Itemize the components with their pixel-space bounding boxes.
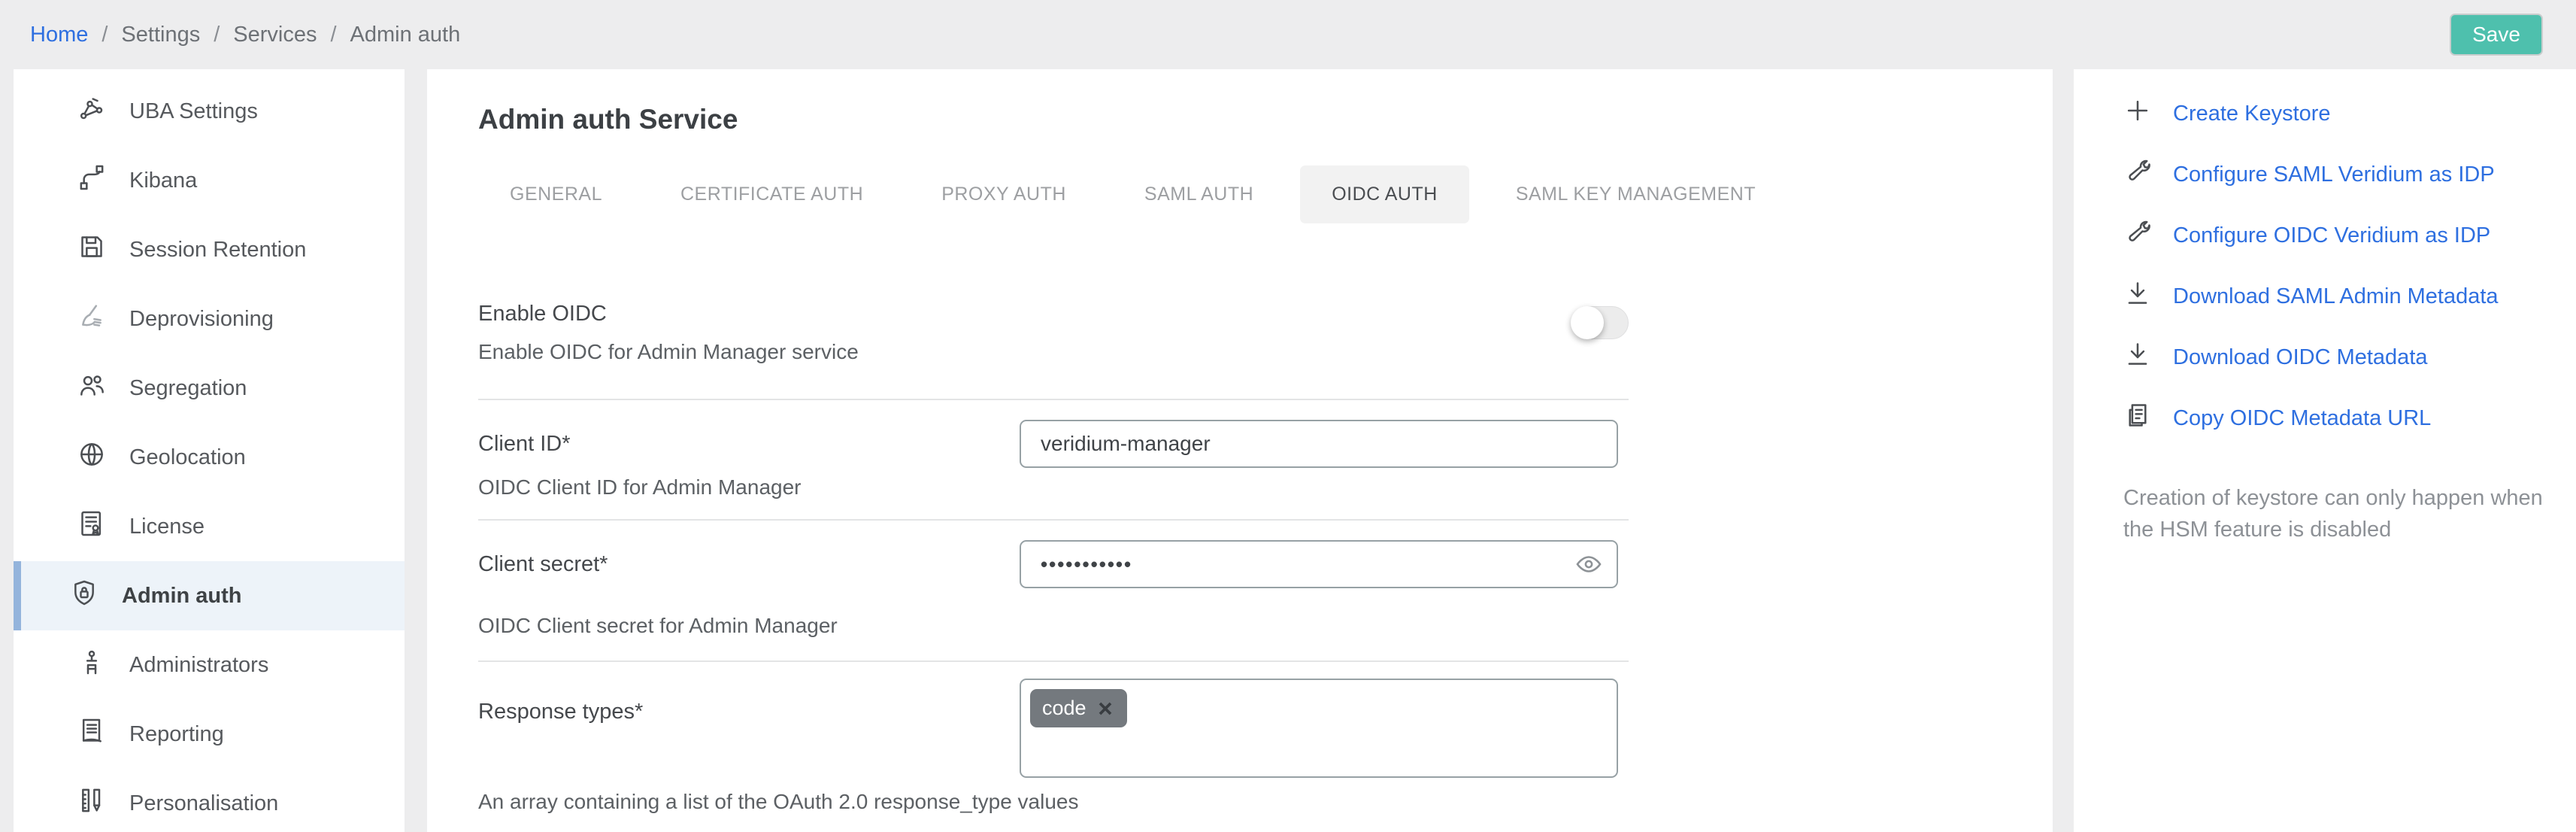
enable-oidc-toggle[interactable] [1573,306,1629,339]
sidebar-item-kibana[interactable]: Kibana [14,146,405,215]
route-icon [77,162,107,199]
enable-oidc-row: Enable OIDC Enable OIDC for Admin Manage… [478,223,1629,400]
client-secret-input[interactable] [1020,540,1618,588]
response-types-row: Response types* code An array containing… [478,662,1629,832]
sidebar-item-administrators[interactable]: Administrators [14,630,405,700]
sidebar-item-label: Admin auth [122,584,242,609]
breadcrumb-separator: / [330,23,336,47]
top-bar: Home / Settings / Services / Admin auth … [0,0,2576,69]
sidebar-item-label: Segregation [129,376,247,401]
enable-oidc-description: Enable OIDC for Admin Manager service [478,340,1573,364]
sidebar-item-label: Session Retention [129,238,306,263]
tab-certificate-auth[interactable]: CERTIFICATE AUTH [649,165,895,223]
sidebar-item-license[interactable]: License [14,492,405,561]
sidebar-item-label: Geolocation [129,445,246,470]
link-label: Configure OIDC Veridium as IDP [2173,223,2490,248]
sidebar-item-geolocation[interactable]: Geolocation [14,423,405,492]
network-nodes-icon [77,93,107,129]
copy-oidc-metadata-url-link[interactable]: Copy OIDC Metadata URL [2123,401,2546,436]
tab-saml-auth[interactable]: SAML AUTH [1113,165,1285,223]
page-title: Admin auth Service [478,104,2053,135]
shield-lock-icon [69,578,99,614]
response-type-chip: code [1030,689,1127,727]
client-secret-label: Client secret* [478,552,1020,577]
response-types-description: An array containing a list of the OAuth … [478,790,1629,814]
report-document-icon [77,716,107,752]
download-oidc-metadata-link[interactable]: Download OIDC Metadata [2123,340,2546,375]
client-secret-description: OIDC Client secret for Admin Manager [478,614,1629,638]
settings-sidebar: UBA Settings Kibana Session Retention De… [14,69,405,832]
sidebar-item-label: Personalisation [129,791,278,816]
response-types-label: Response types* [478,679,1020,724]
link-label: Download SAML Admin Metadata [2173,284,2499,309]
oidc-auth-form: Enable OIDC Enable OIDC for Admin Manage… [478,223,1629,832]
tab-proxy-auth[interactable]: PROXY AUTH [910,165,1098,223]
create-keystore-link[interactable]: Create Keystore [2123,96,2546,131]
chip-label: code [1042,697,1086,720]
users-icon [77,370,107,406]
breadcrumb: Home / Settings / Services / Admin auth [30,23,460,47]
save-button[interactable]: Save [2450,14,2543,56]
tab-general[interactable]: GENERAL [478,165,634,223]
link-label: Download OIDC Metadata [2173,345,2428,370]
actions-panel: Create Keystore Configure SAML Veridium … [2074,69,2576,832]
admin-auth-service-panel: Admin auth Service GENERAL CERTIFICATE A… [427,69,2053,832]
breadcrumb-separator: / [214,23,220,47]
tab-saml-key-management[interactable]: SAML KEY MANAGEMENT [1484,165,1787,223]
download-icon [2123,279,2152,314]
configure-oidc-idp-link[interactable]: Configure OIDC Veridium as IDP [2123,218,2546,253]
response-types-input[interactable]: code [1020,679,1618,778]
sidebar-item-label: Reporting [129,722,224,747]
breadcrumb-separator: / [102,23,108,47]
link-label: Configure SAML Veridium as IDP [2173,162,2495,187]
plus-icon [2123,96,2152,131]
sidebar-item-uba-settings[interactable]: UBA Settings [14,77,405,146]
configure-saml-idp-link[interactable]: Configure SAML Veridium as IDP [2123,157,2546,192]
link-label: Create Keystore [2173,102,2331,126]
broom-icon [77,301,107,337]
client-id-description: OIDC Client ID for Admin Manager [478,475,1629,500]
breadcrumb-home[interactable]: Home [30,23,88,47]
administrator-person-icon [77,647,107,683]
sidebar-item-reporting[interactable]: Reporting [14,700,405,769]
wrench-icon [2123,218,2152,253]
ruler-pencil-icon [77,785,107,821]
sidebar-item-admin-auth[interactable]: Admin auth [14,561,405,630]
sidebar-item-label: Deprovisioning [129,307,274,332]
copy-document-icon [2123,401,2152,436]
client-secret-row: Client secret* OIDC Client secret for Ad… [478,521,1629,662]
download-icon [2123,340,2152,375]
sidebar-item-label: Kibana [129,169,197,193]
wrench-icon [2123,157,2152,192]
keystore-hsm-note: Creation of keystore can only happen whe… [2123,482,2559,545]
sidebar-item-personalisation[interactable]: Personalisation [14,769,405,832]
sidebar-item-deprovisioning[interactable]: Deprovisioning [14,284,405,354]
sidebar-item-label: UBA Settings [129,99,258,124]
link-label: Copy OIDC Metadata URL [2173,406,2431,431]
breadcrumb-admin-auth: Admin auth [350,23,461,47]
floppy-disk-icon [77,232,107,268]
enable-oidc-label: Enable OIDC [478,302,1573,326]
sidebar-item-label: License [129,515,205,539]
certificate-document-icon [77,509,107,545]
download-saml-metadata-link[interactable]: Download SAML Admin Metadata [2123,279,2546,314]
tab-bar: GENERAL CERTIFICATE AUTH PROXY AUTH SAML… [478,165,2053,223]
sidebar-item-session-retention[interactable]: Session Retention [14,215,405,284]
sidebar-item-segregation[interactable]: Segregation [14,354,405,423]
client-id-label: Client ID* [478,432,1020,457]
sidebar-item-label: Administrators [129,653,268,678]
breadcrumb-services[interactable]: Services [233,23,317,47]
client-id-input[interactable] [1020,420,1618,468]
client-id-row: Client ID* OIDC Client ID for Admin Mana… [478,400,1629,521]
chip-remove-icon[interactable] [1096,699,1115,718]
toggle-knob [1571,306,1604,339]
tab-oidc-auth[interactable]: OIDC AUTH [1300,165,1469,223]
globe-icon [77,439,107,475]
breadcrumb-settings[interactable]: Settings [121,23,200,47]
show-password-eye-icon[interactable] [1574,550,1603,578]
